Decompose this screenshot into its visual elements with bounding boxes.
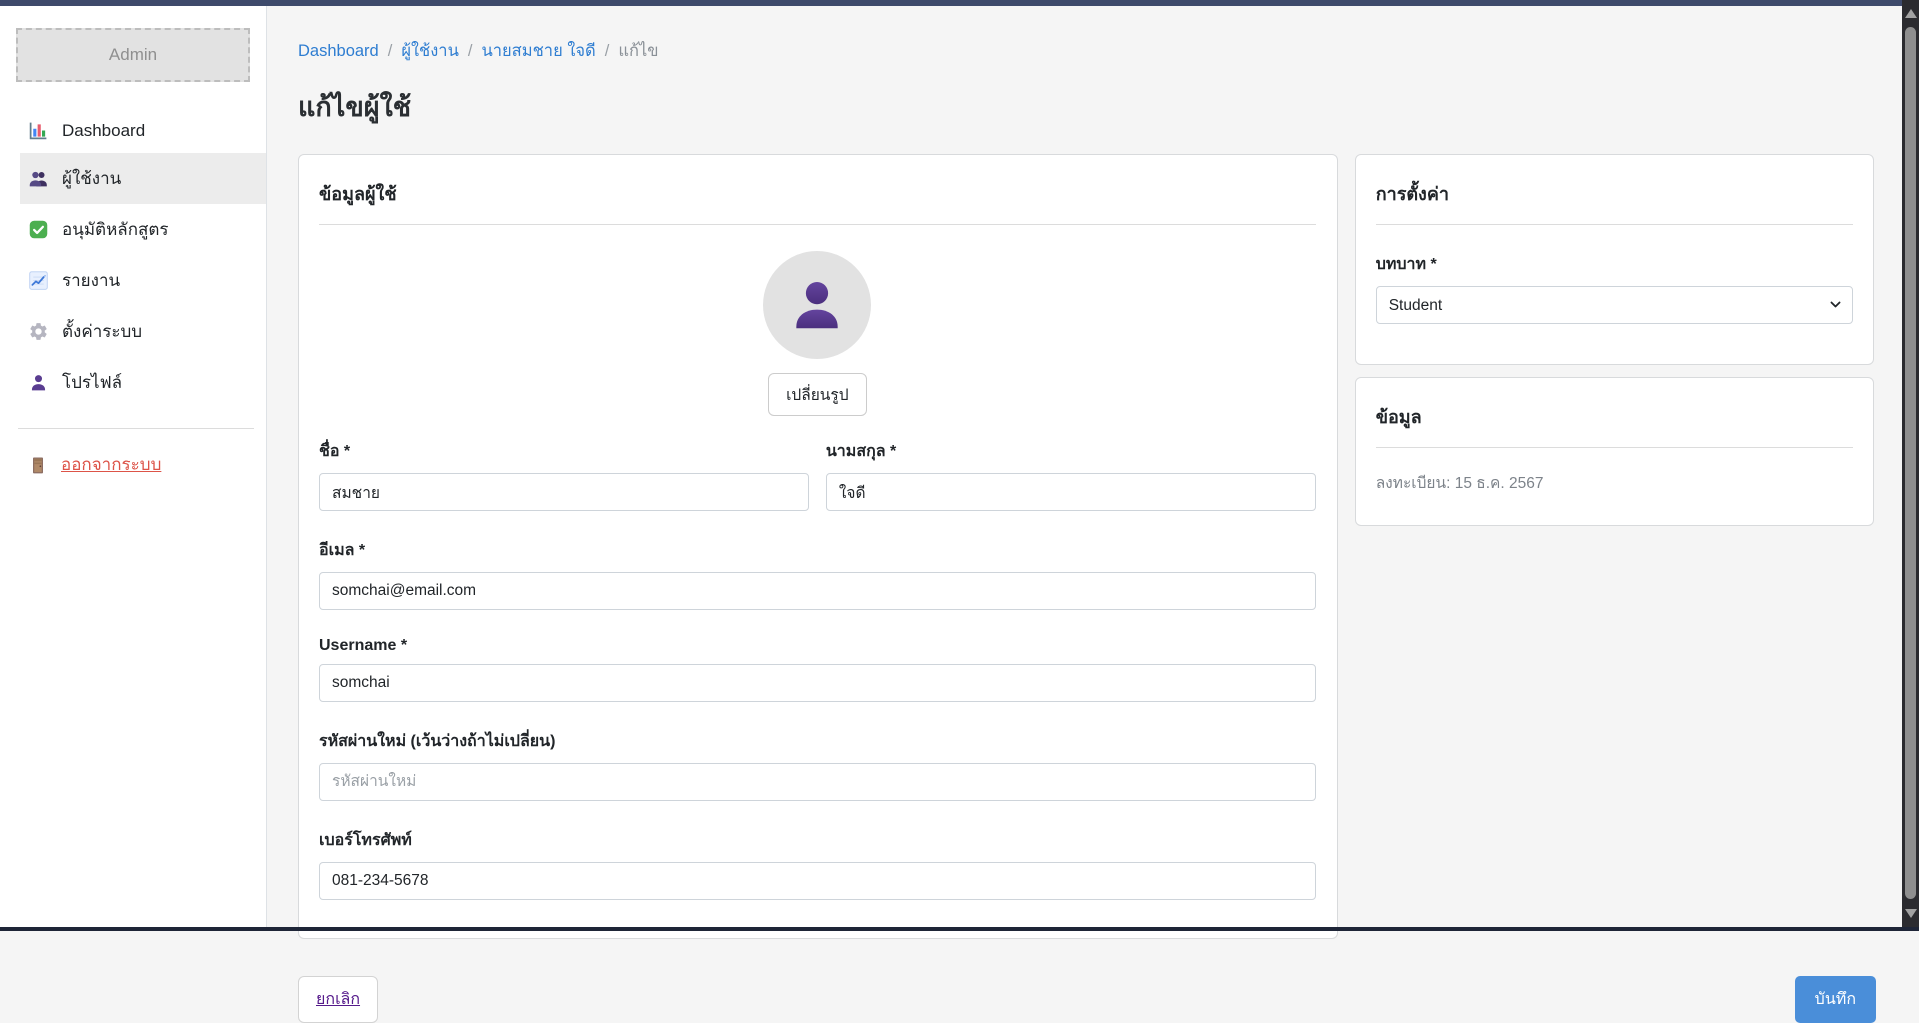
top-accent-bar (0, 0, 1902, 6)
info-card: ข้อมูล ลงทะเบียน: 15 ธ.ค. 2567 (1355, 377, 1874, 526)
sidebar-item-label: ตั้งค่าระบบ (62, 318, 142, 345)
scrollbar-thumb[interactable] (1905, 27, 1916, 899)
check-icon (28, 219, 49, 240)
sidebar-divider (18, 428, 254, 429)
user-info-card-title: ข้อมูลผู้ใช้ (319, 179, 1316, 208)
sidebar-item-users[interactable]: ผู้ใช้งาน (20, 153, 266, 204)
sidebar-item-approve-courses[interactable]: อนุมัติหลักสูตร (20, 204, 266, 255)
scrollbar-down-arrow-icon[interactable] (1905, 909, 1917, 918)
bar-chart-icon (28, 120, 49, 141)
first-name-field-group: ชื่อ * (319, 416, 809, 511)
brand-placeholder: Admin (16, 28, 250, 82)
card-divider (319, 224, 1316, 225)
card-divider (1376, 447, 1853, 448)
person-icon (28, 372, 49, 393)
new-password-label: รหัสผ่านใหม่ (เว้นว่างถ้าไม่เปลี่ยน) (319, 729, 1316, 754)
breadcrumb-separator: / (388, 42, 393, 61)
last-name-field-group: นามสกุล * (826, 416, 1316, 511)
avatar-section: เปลี่ยนรูป (319, 251, 1316, 416)
breadcrumb-users[interactable]: ผู้ใช้งาน (401, 38, 459, 64)
logout-link[interactable]: ออกจากระบบ (28, 451, 266, 478)
user-info-card: ข้อมูลผู้ใช้ เปลี่ยนรูป (298, 154, 1338, 939)
content-row: ข้อมูลผู้ใช้ เปลี่ยนรูป (298, 154, 1874, 939)
users-icon (28, 168, 49, 189)
info-card-title: ข้อมูล (1376, 402, 1853, 431)
brand-label: Admin (109, 45, 157, 65)
sidebar: Admin Dashboard (0, 6, 267, 927)
main-content: Dashboard / ผู้ใช้งาน / นายสมชาย ใจดี / … (268, 6, 1902, 927)
breadcrumb-current: แก้ไข (618, 38, 658, 64)
line-chart-icon (28, 270, 49, 291)
registered-date-text: ลงทะเบียน: 15 ธ.ค. 2567 (1376, 470, 1853, 495)
right-column: การตั้งค่า บทบาท * Student ข้อมูล ลงทะเบ… (1355, 154, 1874, 526)
avatar (763, 251, 871, 359)
logout-label: ออกจากระบบ (61, 451, 161, 478)
sidebar-item-label: โปรไฟล์ (62, 369, 122, 396)
username-input[interactable] (319, 664, 1316, 702)
name-fields-row: ชื่อ * นามสกุล * (319, 416, 1316, 511)
scrollbar-up-arrow-icon[interactable] (1905, 9, 1917, 18)
role-select[interactable]: Student (1376, 286, 1853, 324)
card-divider (1376, 224, 1853, 225)
sidebar-item-reports[interactable]: รายงาน (20, 255, 266, 306)
last-name-input[interactable] (826, 473, 1316, 511)
email-label: อีเมล * (319, 538, 1316, 563)
username-label: Username * (319, 637, 1316, 655)
new-password-input[interactable] (319, 763, 1316, 801)
breadcrumb-dashboard[interactable]: Dashboard (298, 42, 379, 61)
first-name-label: ชื่อ * (319, 439, 809, 464)
sidebar-item-system-settings[interactable]: ตั้งค่าระบบ (20, 306, 266, 357)
person-silhouette-icon (786, 274, 848, 336)
phone-label: เบอร์โทรศัพท์ (319, 828, 1316, 853)
breadcrumb-user-name[interactable]: นายสมชาย ใจดี (481, 38, 595, 64)
sidebar-item-label: Dashboard (62, 121, 145, 141)
breadcrumb: Dashboard / ผู้ใช้งาน / นายสมชาย ใจดี / … (298, 38, 1874, 64)
actions-row: ยกเลิก บันทึก (298, 976, 1876, 1023)
sidebar-item-label: อนุมัติหลักสูตร (62, 216, 169, 243)
page-scrollbar[interactable] (1902, 0, 1919, 927)
role-select-wrap: Student (1376, 286, 1853, 324)
bottom-accent-bar (0, 927, 1919, 931)
door-icon (28, 455, 48, 475)
email-input[interactable] (319, 572, 1316, 610)
page-title: แก้ไขผู้ใช้ (298, 85, 1874, 128)
sidebar-item-profile[interactable]: โปรไฟล์ (20, 357, 266, 408)
sidebar-item-label: รายงาน (62, 267, 120, 294)
save-button[interactable]: บันทึก (1795, 976, 1876, 1023)
sidebar-item-dashboard[interactable]: Dashboard (20, 108, 266, 153)
phone-input[interactable] (319, 862, 1316, 900)
last-name-label: นามสกุล * (826, 439, 1316, 464)
sidebar-nav: Dashboard ผู้ใช้งาน อนุมัติหลักสูตร (0, 108, 266, 408)
first-name-input[interactable] (319, 473, 809, 511)
cancel-button-label: ยกเลิก (316, 991, 360, 1008)
gear-icon (28, 321, 49, 342)
breadcrumb-separator: / (605, 42, 610, 61)
settings-card-title: การตั้งค่า (1376, 179, 1853, 208)
sidebar-item-label: ผู้ใช้งาน (62, 165, 121, 192)
cancel-button[interactable]: ยกเลิก (298, 976, 378, 1023)
settings-card: การตั้งค่า บทบาท * Student (1355, 154, 1874, 365)
breadcrumb-separator: / (468, 42, 473, 61)
role-label: บทบาท * (1376, 252, 1853, 277)
change-photo-button[interactable]: เปลี่ยนรูป (768, 373, 866, 416)
